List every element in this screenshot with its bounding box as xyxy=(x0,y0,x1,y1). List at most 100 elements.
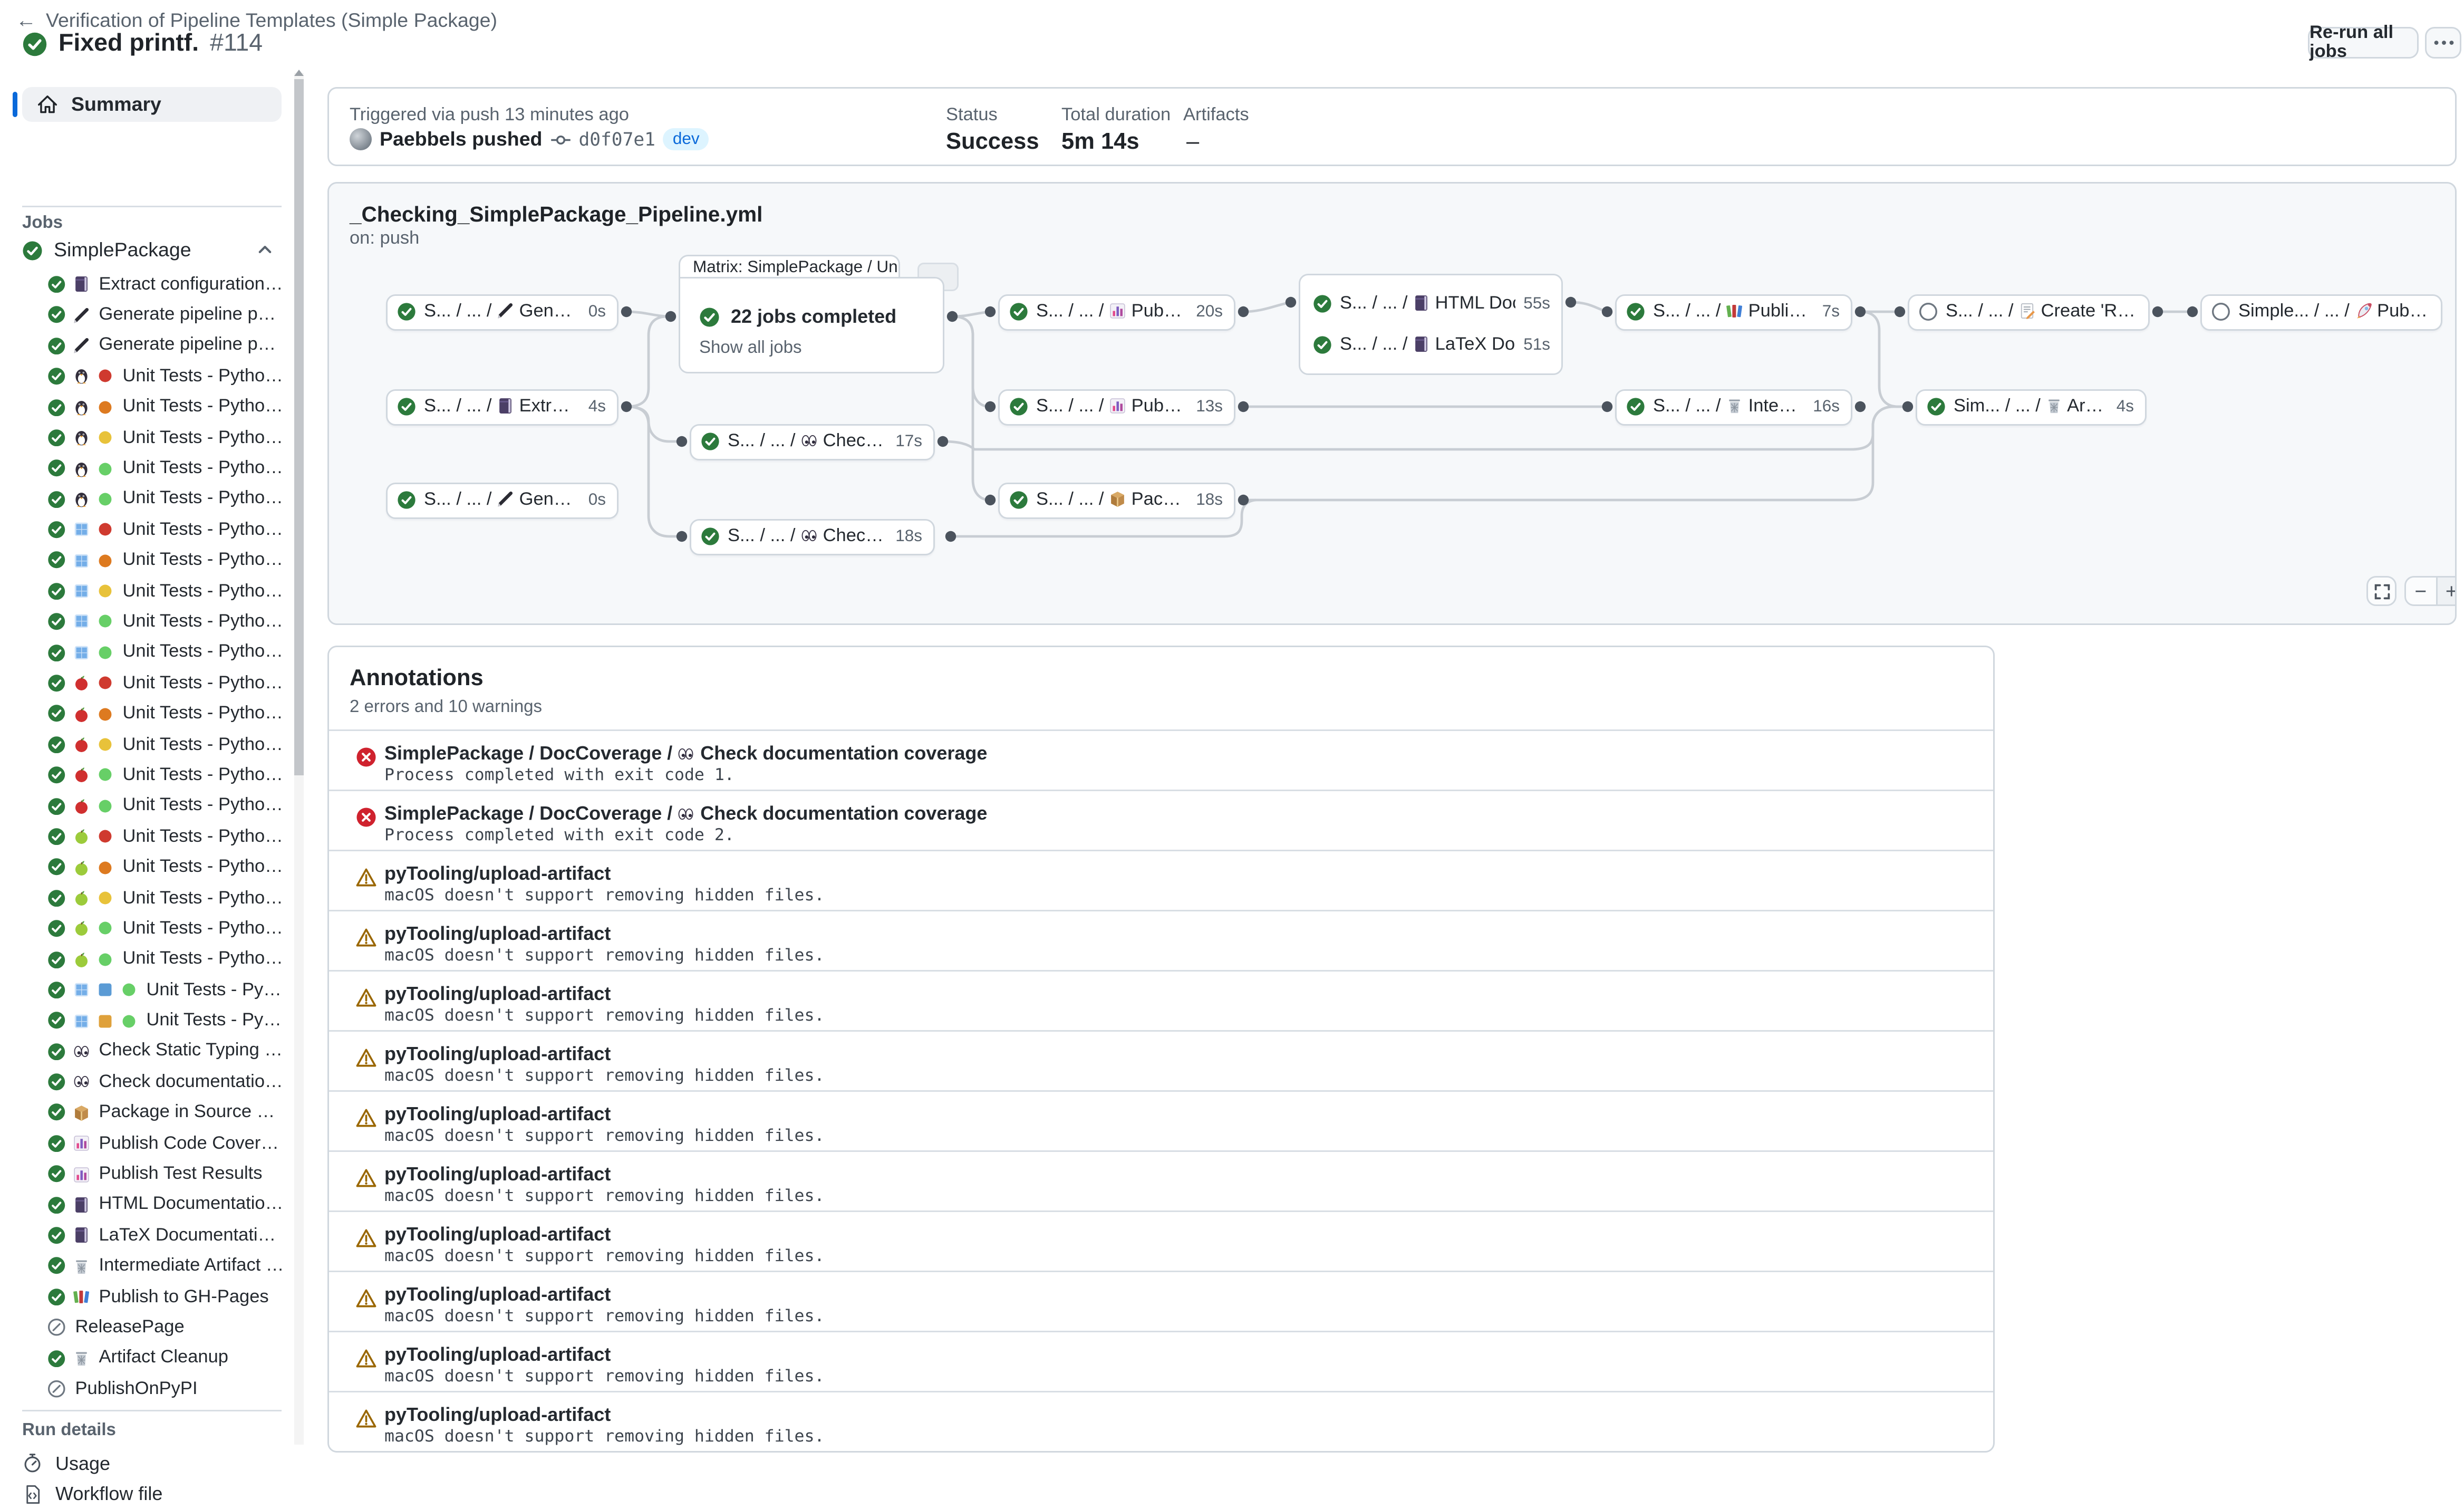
sidebar-item-publish-to-gh-pages[interactable]: Publish to GH-Pages xyxy=(47,1282,285,1312)
actor-name[interactable]: Paebbels pushed xyxy=(380,128,542,150)
sidebar-item-intermediate-artifact-cleanup[interactable]: Intermediate Artifact Cleanup xyxy=(47,1251,285,1282)
dot-orange-icon xyxy=(96,552,113,569)
run-success-icon xyxy=(22,32,47,57)
sidebar-item-check-documentation-covera[interactable]: Check documentation covera... xyxy=(47,1066,285,1097)
sidebar-item-artifact-cleanup[interactable]: Artifact Cleanup xyxy=(47,1343,285,1373)
annotation-title[interactable]: pyTooling/upload-artifact xyxy=(384,1043,611,1065)
sidebar-item-publish-test-results[interactable]: Publish Test Results xyxy=(47,1159,285,1189)
check-icon xyxy=(1927,397,1946,416)
sidebar-item-check-static-typing-using-pyt[interactable]: Check Static Typing using Pyt... xyxy=(47,1036,285,1066)
package-icon xyxy=(72,1104,90,1121)
sidebar-item-unit-tests-python-3-12[interactable]: Unit Tests - Python 3.12 xyxy=(47,975,285,1005)
check-icon xyxy=(1009,397,1028,416)
graph-node-pubtest[interactable]: S... / ... / Publish Test Re...13s xyxy=(998,389,1235,425)
annotation-title[interactable]: SimplePackage / DocCoverage / Check docu… xyxy=(384,742,987,764)
avatar[interactable] xyxy=(350,128,372,150)
sidebar-item-unit-tests-python-3-11[interactable]: Unit Tests - Python 3.11 xyxy=(47,576,285,607)
matrix-tab[interactable]: Matrix: SimplePackage / UnitTest... xyxy=(679,255,900,278)
scrollbar-up-arrow-icon[interactable] xyxy=(294,70,304,76)
graph-node-release[interactable]: S... / ... / Create 'Release Pa... xyxy=(1908,294,2150,330)
graph-node-artifact[interactable]: Sim... / ... / Artifact Cleanup4s xyxy=(1916,389,2147,425)
graph-node-pypi[interactable]: Simple... / ... / Publish to PyPI xyxy=(2200,294,2442,330)
sidebar-item-generate-pipeline-parameters[interactable]: Generate pipeline parameters xyxy=(47,300,285,330)
zoom-out-button[interactable]: − xyxy=(2406,578,2436,604)
check-icon xyxy=(701,527,720,546)
status-label: Status xyxy=(946,106,998,125)
graph-node-gen1[interactable]: S... / ... / Generate pipelin...0s xyxy=(386,294,619,330)
annotation-title[interactable]: pyTooling/upload-artifact xyxy=(384,1343,611,1366)
sidebar-item-package-in-source-and-wheel[interactable]: Package in Source and Wheel... xyxy=(47,1098,285,1128)
annotation-title[interactable]: pyTooling/upload-artifact xyxy=(384,862,611,885)
annotation-title[interactable]: pyTooling/upload-artifact xyxy=(384,1283,611,1305)
sidebar-item-label: Unit Tests - Python 3.10 xyxy=(120,704,285,723)
sidebar-item-extract-configurations-from-p[interactable]: Extract configurations from p... xyxy=(47,269,285,300)
more-options-button[interactable] xyxy=(2425,27,2461,59)
sidebar-item-unit-tests-python-3-12[interactable]: Unit Tests - Python 3.12 xyxy=(47,914,285,944)
sidebar-group-simplepackage[interactable]: SimplePackage xyxy=(22,236,282,264)
sidebar-item-unit-tests-python-3-11[interactable]: Unit Tests - Python 3.11 xyxy=(47,882,285,913)
sidebar-item-generate-pipeline-parameters[interactable]: Generate pipeline parameters xyxy=(47,330,285,361)
sidebar-item-unit-tests-python-3-10[interactable]: Unit Tests - Python 3.10 xyxy=(47,392,285,422)
branch-badge[interactable]: dev xyxy=(663,128,709,150)
fullscreen-button[interactable] xyxy=(2366,576,2397,606)
sidebar-item-summary[interactable]: Summary xyxy=(22,87,282,122)
rerun-all-jobs-button[interactable]: Re-run all jobs xyxy=(2308,27,2419,59)
sidebar-item-unit-tests-python-3-12[interactable]: Unit Tests - Python 3.12 xyxy=(47,1005,285,1036)
annotation-title[interactable]: pyTooling/upload-artifact xyxy=(384,1223,611,1245)
sidebar-item-publish-code-coverage-results[interactable]: Publish Code Coverage Results xyxy=(47,1128,285,1159)
sidebar-item-unit-tests-python-3-13[interactable]: Unit Tests - Python 3.13 xyxy=(47,791,285,821)
zoom-in-button[interactable]: + xyxy=(2436,578,2457,604)
back-link[interactable]: ←Verification of Pipeline Templates (Sim… xyxy=(16,8,497,32)
sidebar-item-releasepage[interactable]: ReleasePage xyxy=(47,1312,285,1343)
graph-node-doc-html[interactable]: S... / ... / HTML Docume...55s xyxy=(1300,285,1561,321)
annotation-title[interactable]: pyTooling/upload-artifact xyxy=(384,1163,611,1185)
sidebar-item-latex-documentation-using[interactable]: LaTeX Documentation using ... xyxy=(47,1220,285,1251)
sidebar-item-publishonpypi[interactable]: PublishOnPyPI xyxy=(47,1373,285,1404)
sidebar-item-unit-tests-python-3-11[interactable]: Unit Tests - Python 3.11 xyxy=(47,729,285,760)
check-icon xyxy=(47,429,66,447)
graph-node-extract[interactable]: S... / ... / Extract configur...4s xyxy=(386,389,619,425)
sidebar-item-unit-tests-python-3-12[interactable]: Unit Tests - Python 3.12 xyxy=(47,760,285,791)
graph-node-doccov[interactable]: S... / ... / Check docume...18s xyxy=(690,518,935,555)
annotation-title[interactable]: pyTooling/upload-artifact xyxy=(384,983,611,1005)
sidebar-item-unit-tests-python-3-13[interactable]: Unit Tests - Python 3.13 xyxy=(47,944,285,975)
sidebar-item-unit-tests-python-3-12[interactable]: Unit Tests - Python 3.12 xyxy=(47,453,285,484)
graph-node-package[interactable]: S... / ... / Package in Sou...18s xyxy=(998,482,1235,518)
sidebar-item-unit-tests-python-3-9[interactable]: Unit Tests - Python 3.9 xyxy=(47,361,285,392)
sidebar-item-unit-tests-python-3-9[interactable]: Unit Tests - Python 3.9 xyxy=(47,821,285,852)
sidebar-item-unit-tests-python-3-13[interactable]: Unit Tests - Python 3.13 xyxy=(47,484,285,514)
annotation-title[interactable]: pyTooling/upload-artifact xyxy=(384,1103,611,1125)
sidebar-item-unit-tests-python-3-10[interactable]: Unit Tests - Python 3.10 xyxy=(47,545,285,576)
commit-hash[interactable]: d0f07e1 xyxy=(578,128,655,150)
check-icon xyxy=(47,275,66,294)
graph-node-gen2[interactable]: S... / ... / Generate pipelin...0s xyxy=(386,482,619,518)
dot-orange-icon xyxy=(96,398,113,416)
annotation-title[interactable]: SimplePackage / DocCoverage / Check docu… xyxy=(384,802,987,824)
sidebar-item-usage[interactable]: Usage xyxy=(22,1448,282,1478)
graph-node-ghpages[interactable]: S... / ... / Publish to GH-P...7s xyxy=(1615,294,1852,330)
annotation-warning-row: pyTooling/upload-artifactmacOS doesn't s… xyxy=(329,1030,1993,1090)
graph-zoom-control: − + xyxy=(2404,576,2457,606)
sidebar-item-unit-tests-python-3-10[interactable]: Unit Tests - Python 3.10 xyxy=(47,698,285,729)
show-all-jobs-link[interactable]: Show all jobs xyxy=(699,339,801,358)
scrollbar-thumb[interactable] xyxy=(294,79,304,775)
sidebar-item-unit-tests-python-3-10[interactable]: Unit Tests - Python 3.10 xyxy=(47,852,285,882)
sidebar-item-unit-tests-python-3-9[interactable]: Unit Tests - Python 3.9 xyxy=(47,514,285,545)
annotation-title[interactable]: pyTooling/upload-artifact xyxy=(384,922,611,945)
graph-node-doc-latex[interactable]: S... / ... / LaTeX Docume...51s xyxy=(1300,326,1561,362)
matrix-node[interactable]: 22 jobs completed Show all jobs xyxy=(679,277,944,373)
sidebar-item-unit-tests-python-3-9[interactable]: Unit Tests - Python 3.9 xyxy=(47,668,285,698)
annotation-title[interactable]: pyTooling/upload-artifact xyxy=(384,1404,611,1426)
chevron-up-icon[interactable] xyxy=(255,239,275,259)
sidebar-item-unit-tests-python-3-13[interactable]: Unit Tests - Python 3.13 xyxy=(47,637,285,668)
sidebar-item-html-documentation-using[interactable]: HTML Documentation using ... xyxy=(47,1189,285,1220)
sidebar-item-unit-tests-python-3-11[interactable]: Unit Tests - Python 3.11 xyxy=(47,422,285,453)
windows-icon xyxy=(72,521,90,539)
page-scrollbar[interactable] xyxy=(294,73,304,1445)
sidebar-item-unit-tests-python-3-12[interactable]: Unit Tests - Python 3.12 xyxy=(47,607,285,637)
graph-node-static[interactable]: S... / ... / Check Static Ty...17s xyxy=(690,424,935,460)
run-status-check-icon xyxy=(22,32,47,57)
sidebar-item-workflow-file[interactable]: Workflow file xyxy=(22,1478,282,1509)
graph-node-intermediate[interactable]: S... / ... / Intermediate A...16s xyxy=(1615,389,1852,425)
graph-node-pubcov[interactable]: S... / ... / Publish Code C...20s xyxy=(998,294,1235,330)
